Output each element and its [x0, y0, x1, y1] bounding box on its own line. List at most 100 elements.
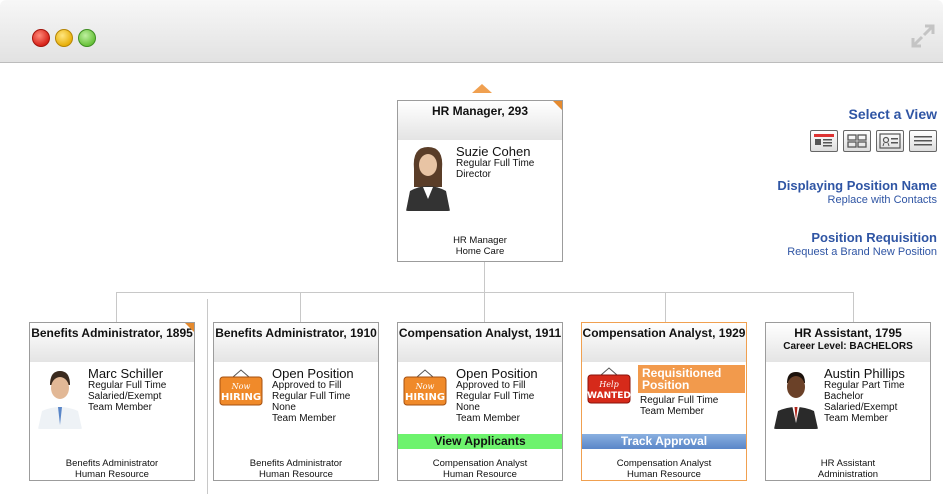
- expand-icon[interactable]: [909, 22, 937, 50]
- info-line: None: [456, 402, 480, 413]
- org-chart-canvas: HR Manager, 293 Suzie Cohen Regular Full…: [0, 64, 943, 503]
- info-line: Team Member: [456, 413, 520, 424]
- position-status: Open Position: [272, 366, 354, 381]
- info-line: Regular Full Time: [272, 391, 351, 402]
- card-footer: Benefits Administrator Human Resource: [214, 458, 378, 480]
- manager-card[interactable]: HR Manager, 293 Suzie Cohen Regular Full…: [397, 100, 563, 262]
- info-line: Salaried/Exempt: [88, 391, 162, 402]
- employment-type: Regular Full Time: [456, 158, 535, 169]
- grid-view-icon[interactable]: [843, 130, 871, 152]
- info-line: Regular Full Time: [88, 380, 167, 391]
- department-name: Administration: [817, 469, 879, 480]
- info-line: None: [272, 402, 296, 413]
- card-title: Compensation Analyst, 1929: [582, 323, 746, 362]
- info-line: Team Member: [88, 402, 152, 413]
- info-line: Team Member: [640, 406, 704, 417]
- info-line: Approved to Fill: [272, 380, 342, 391]
- card-footer: HR Manager Home Care: [398, 235, 562, 257]
- position-name: HR Manager: [453, 235, 507, 246]
- info-line: Team Member: [824, 413, 888, 424]
- department-name: Human Resource: [259, 469, 333, 480]
- card-title-text: Compensation Analyst, 1929: [582, 326, 746, 340]
- select-view-heading: Select a View: [848, 106, 937, 122]
- employee-name: Austin Phillips: [824, 366, 905, 381]
- now-hiring-sign-icon: Now HIRING: [218, 369, 264, 415]
- svg-text:Now: Now: [415, 382, 435, 391]
- track-approval-button[interactable]: Track Approval: [582, 434, 746, 449]
- minimize-button[interactable]: [55, 29, 73, 47]
- card-title: HR Manager, 293: [398, 101, 562, 140]
- svg-text:Help: Help: [598, 380, 618, 389]
- info-line: Salaried/Exempt: [824, 402, 898, 413]
- position-info: Open Position Approved to Fill Regular F…: [456, 367, 538, 424]
- display-mode-link[interactable]: Replace with Contacts: [777, 194, 937, 206]
- career-level: Career Level: BACHELORS: [783, 341, 913, 352]
- connector-line: [665, 292, 666, 322]
- card-title-text: Benefits Administrator, 1895: [31, 326, 193, 340]
- department-name: Human Resource: [443, 469, 517, 480]
- card-footer: Compensation Analyst Human Resource: [398, 458, 562, 480]
- employee-info: Marc Schiller Regular Full Time Salaried…: [88, 367, 166, 413]
- info-line: Regular Full Time: [456, 391, 535, 402]
- employee-name: Suzie Cohen: [456, 144, 531, 159]
- card-footer: Benefits Administrator Human Resource: [30, 458, 194, 480]
- badge-view-icon[interactable]: [876, 130, 904, 152]
- department-name: Human Resource: [75, 469, 149, 480]
- corner-flag-icon: [553, 101, 562, 110]
- divider-line: [207, 299, 208, 494]
- card-title: HR Assistant, 1795 Career Level: BACHELO…: [766, 323, 930, 362]
- position-name: Compensation Analyst: [432, 458, 528, 469]
- employee-info: Austin Phillips Regular Part Time Bachel…: [824, 367, 905, 424]
- connector-line: [116, 292, 117, 322]
- view-applicants-button[interactable]: View Applicants: [398, 434, 562, 449]
- card-footer: Compensation Analyst Human Resource: [582, 458, 746, 480]
- position-card-1895[interactable]: Benefits Administrator, 1895 Marc Schill…: [29, 322, 195, 481]
- requisitioned-position-label: Requisitioned Position: [638, 365, 745, 393]
- svg-text:WANTED: WANTED: [587, 391, 631, 401]
- avatar: [772, 367, 820, 429]
- help-wanted-sign-icon: Help WANTED: [586, 367, 632, 413]
- card-footer: HR Assistant Administration: [766, 458, 930, 480]
- info-line: Team Member: [272, 413, 336, 424]
- position-requisition[interactable]: Position Requisition Request a Brand New…: [777, 230, 937, 258]
- requisition-link[interactable]: Request a Brand New Position: [777, 246, 937, 258]
- position-name: Benefits Administrator: [249, 458, 343, 469]
- position-card-1911[interactable]: Compensation Analyst, 1911 Now HIRING Ope…: [397, 322, 563, 481]
- requisition-title[interactable]: Position Requisition: [777, 230, 937, 245]
- connector-line: [300, 292, 301, 322]
- display-toggle[interactable]: Displaying Position Name Replace with Co…: [777, 178, 937, 206]
- navigate-up-icon[interactable]: [472, 84, 492, 93]
- position-card-1795[interactable]: HR Assistant, 1795 Career Level: BACHELO…: [765, 322, 931, 481]
- svg-text:HIRING: HIRING: [405, 392, 445, 403]
- corner-flag-icon: [185, 323, 194, 332]
- employee-info: Suzie Cohen Regular Full Time Director: [456, 145, 534, 180]
- connector-line: [116, 292, 854, 293]
- position-info: Open Position Approved to Fill Regular F…: [272, 367, 354, 424]
- position-card-1910[interactable]: Benefits Administrator, 1910 Now HIRING O…: [213, 322, 379, 481]
- connector-line: [484, 262, 485, 292]
- card-title: Compensation Analyst, 1911: [398, 323, 562, 362]
- position-name: Benefits Administrator: [65, 458, 159, 469]
- connector-line: [853, 292, 854, 322]
- department-name: Human Resource: [627, 469, 701, 480]
- view-buttons: [777, 130, 937, 152]
- card-title: Benefits Administrator, 1910: [214, 323, 378, 362]
- position-card-1929[interactable]: Compensation Analyst, 1929 Help WANTED Re…: [581, 322, 747, 481]
- position-name: Compensation Analyst: [616, 458, 712, 469]
- svg-text:HIRING: HIRING: [221, 392, 261, 403]
- position-info: Regular Full Time Team Member: [640, 395, 718, 417]
- display-mode-title[interactable]: Displaying Position Name: [777, 178, 937, 193]
- contact-card-view-icon[interactable]: [810, 130, 838, 152]
- position-name: HR Assistant: [820, 458, 876, 469]
- zoom-button[interactable]: [78, 29, 96, 47]
- avatar: [404, 141, 452, 211]
- info-line: Regular Part Time: [824, 380, 905, 391]
- close-button[interactable]: [32, 29, 50, 47]
- position-status: Open Position: [456, 366, 538, 381]
- card-title-text: Benefits Administrator, 1910: [215, 326, 377, 340]
- department-name: Home Care: [455, 246, 505, 257]
- list-view-icon[interactable]: [909, 130, 937, 152]
- connector-line: [484, 292, 485, 322]
- info-line: Approved to Fill: [456, 380, 526, 391]
- card-title: Benefits Administrator, 1895: [30, 323, 194, 362]
